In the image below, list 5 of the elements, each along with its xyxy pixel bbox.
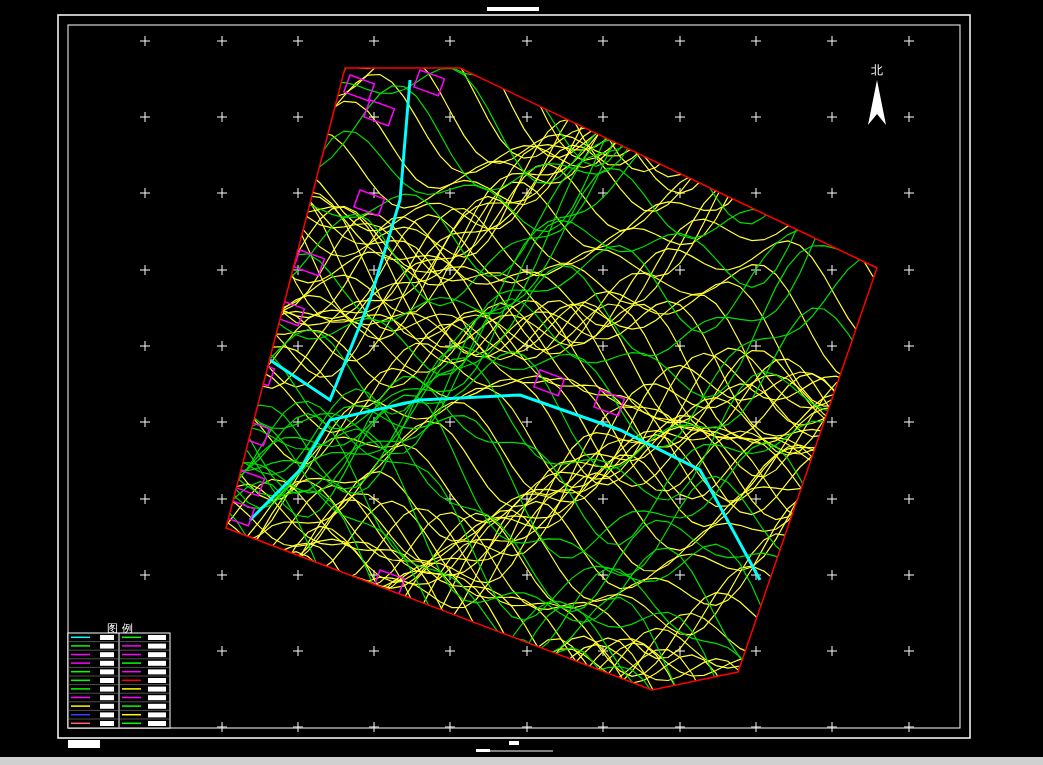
- signature-block-drawing: [68, 740, 100, 748]
- legend-title: 图 例: [107, 622, 133, 635]
- north-label: 北: [871, 63, 883, 77]
- north-arrow-icon: [868, 80, 886, 125]
- title-bar-drawing: [487, 7, 539, 11]
